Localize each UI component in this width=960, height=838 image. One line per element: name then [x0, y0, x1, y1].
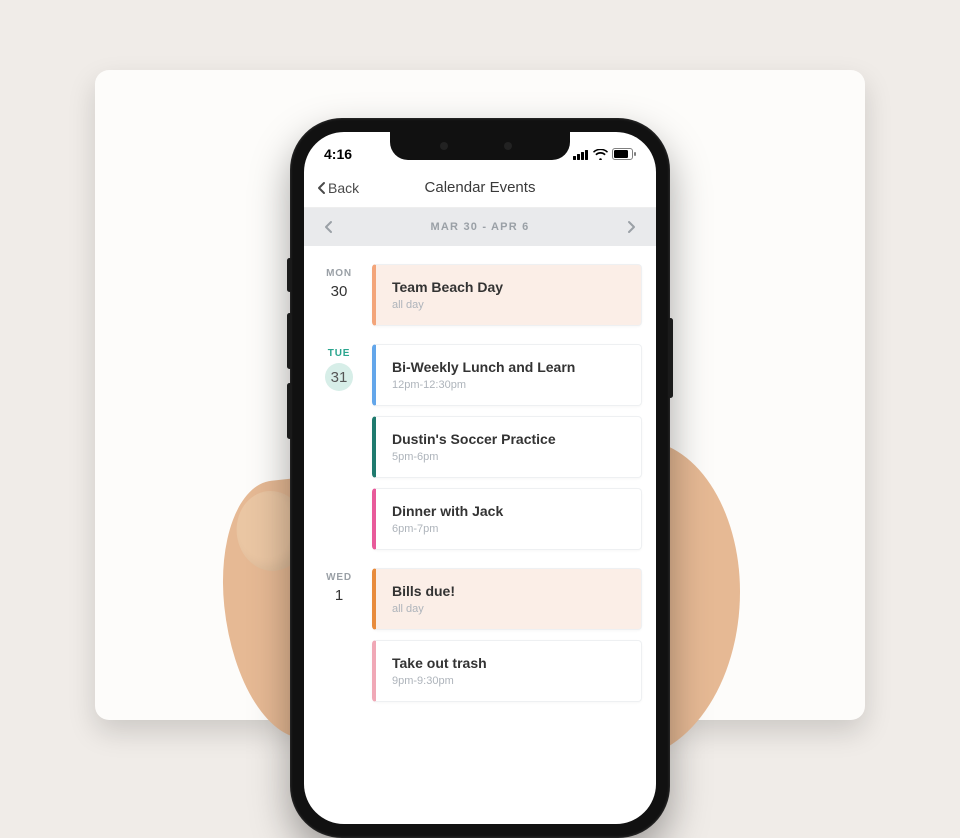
week-navigator: MAR 30 - APR 6 — [304, 208, 656, 246]
chevron-right-icon — [627, 220, 636, 234]
battery-icon — [612, 148, 636, 160]
event-time: all day — [392, 603, 625, 615]
phone-frame: 4:16 Back Calendar Events — [290, 118, 670, 838]
event-card[interactable]: Team Beach Day all day — [372, 264, 642, 326]
event-title: Dinner with Jack — [392, 503, 625, 519]
event-card[interactable]: Take out trash 9pm-9:30pm — [372, 640, 642, 702]
day-header[interactable]: MON 30 — [318, 264, 360, 326]
chevron-left-icon — [316, 181, 326, 195]
day-name: TUE — [318, 348, 360, 359]
phone-screen: 4:16 Back Calendar Events — [304, 132, 656, 824]
next-week-button[interactable] — [622, 220, 642, 234]
event-card[interactable]: Dinner with Jack 6pm-7pm — [372, 488, 642, 550]
day-number: 30 — [318, 283, 360, 300]
event-card[interactable]: Bills due! all day — [372, 568, 642, 630]
signal-icon — [573, 149, 589, 160]
event-title: Bills due! — [392, 583, 625, 599]
event-time: 6pm-7pm — [392, 523, 625, 535]
page-title: Calendar Events — [425, 179, 536, 196]
phone-notch — [390, 132, 570, 160]
event-title: Dustin's Soccer Practice — [392, 431, 625, 447]
event-title: Take out trash — [392, 655, 625, 671]
day-number: 1 — [318, 587, 360, 604]
week-range-label: MAR 30 - APR 6 — [431, 221, 530, 233]
status-time: 4:16 — [324, 146, 352, 162]
event-card[interactable]: Bi-Weekly Lunch and Learn 12pm-12:30pm — [372, 344, 642, 406]
chevron-left-icon — [324, 220, 333, 234]
event-title: Team Beach Day — [392, 279, 625, 295]
event-title: Bi-Weekly Lunch and Learn — [392, 359, 625, 375]
event-time: 12pm-12:30pm — [392, 379, 625, 391]
day-events: Bi-Weekly Lunch and Learn 12pm-12:30pm Dus… — [372, 344, 642, 550]
day-header[interactable]: TUE 31 — [318, 344, 360, 550]
event-card[interactable]: Dustin's Soccer Practice 5pm-6pm — [372, 416, 642, 478]
events-list[interactable]: MON 30 Team Beach Day all day TUE 31 Bi-Weekly… — [304, 246, 656, 742]
day-block: TUE 31 Bi-Weekly Lunch and Learn 12pm-12:30… — [318, 344, 642, 550]
day-block: MON 30 Team Beach Day all day — [318, 264, 642, 326]
day-events: Team Beach Day all day — [372, 264, 642, 326]
day-number: 31 — [325, 363, 353, 391]
day-header[interactable]: WED 1 — [318, 568, 360, 702]
day-name: WED — [318, 572, 360, 583]
back-label: Back — [328, 180, 359, 196]
event-time: all day — [392, 299, 625, 311]
day-name: MON — [318, 268, 360, 279]
day-events: Bills due! all day Take out trash 9pm-9:30p… — [372, 568, 642, 702]
wifi-icon — [593, 149, 608, 160]
event-time: 9pm-9:30pm — [392, 675, 625, 687]
event-time: 5pm-6pm — [392, 451, 625, 463]
back-button[interactable]: Back — [316, 180, 359, 196]
day-block: WED 1 Bills due! all day Take out trash 9pm-9… — [318, 568, 642, 702]
nav-header: Back Calendar Events — [304, 168, 656, 208]
prev-week-button[interactable] — [318, 220, 338, 234]
